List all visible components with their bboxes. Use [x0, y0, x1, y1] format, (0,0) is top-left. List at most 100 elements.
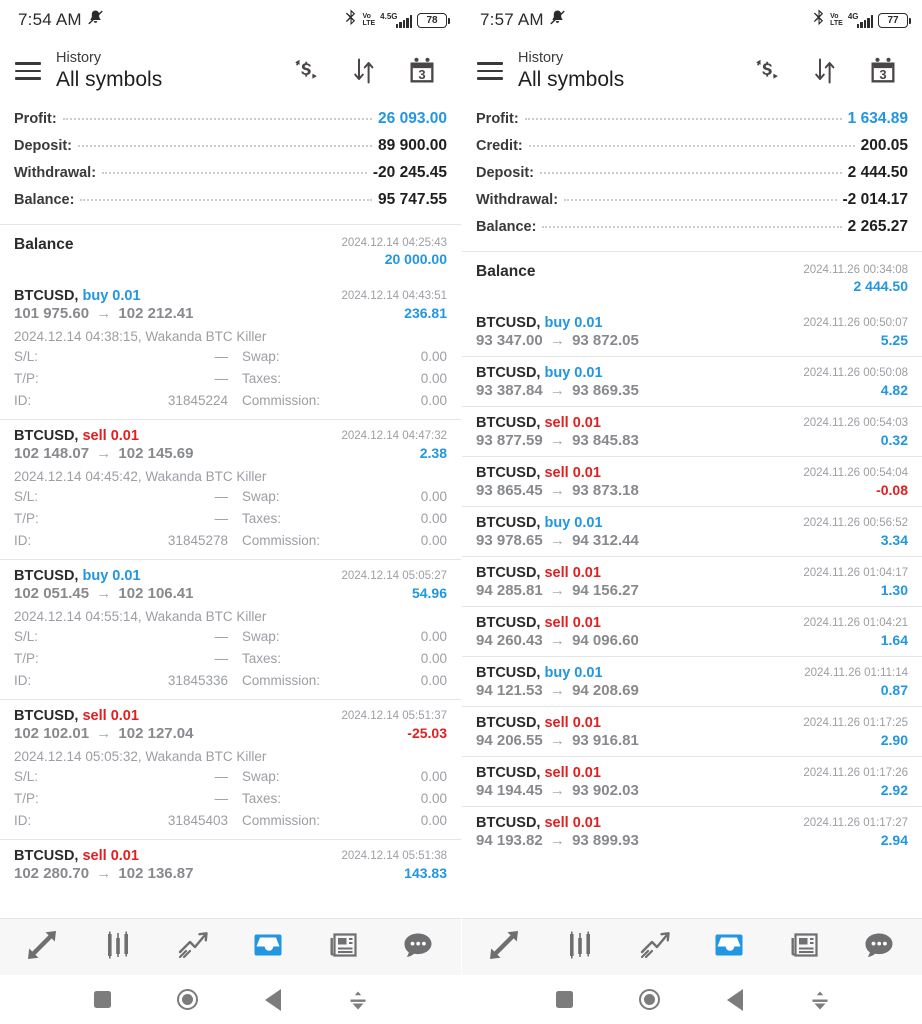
- deal-row[interactable]: BTCUSD, sell 0.01 2024.11.26 00:54:04 93 8…: [462, 456, 922, 506]
- deal-close-price: 93 916.81: [572, 732, 639, 749]
- deal-volume: 0.01: [572, 615, 601, 631]
- tab-history-inbox[interactable]: [244, 926, 292, 968]
- calendar-icon[interactable]: 3: [407, 56, 437, 86]
- summary-label: Profit:: [14, 111, 57, 127]
- back-triangle-icon[interactable]: [253, 980, 293, 1020]
- deal-profit: 0.87: [880, 682, 908, 698]
- tab-quotes-arrows[interactable]: [19, 926, 67, 968]
- app-header: History All symbols 3: [0, 40, 461, 102]
- deal-row[interactable]: BTCUSD, sell 0.01 2024.12.14 04:47:32 102 …: [0, 419, 461, 559]
- deal-row[interactable]: BTCUSD, sell 0.01 2024.11.26 01:17:25 94 2…: [462, 706, 922, 756]
- deal-time: 2024.11.26 00:56:52: [803, 517, 908, 529]
- tab-news-paper[interactable]: [780, 926, 828, 968]
- deal-row[interactable]: BTCUSD, sell 0.01 2024.11.26 01:04:17 94 2…: [462, 556, 922, 606]
- deal-time: 2024.11.26 00:54:03: [803, 417, 908, 429]
- deal-volume: 0.01: [572, 415, 601, 431]
- deal-prices: 101 975.60 → 102 212.41: [14, 305, 194, 322]
- deal-subrow: 94 260.43 → 94 096.60 1.64: [476, 632, 908, 649]
- deal-row[interactable]: BTCUSD, sell 0.01 2024.11.26 00:54:03 93 8…: [462, 406, 922, 456]
- back-triangle-shape: [726, 988, 743, 1011]
- home-circle-icon[interactable]: [630, 980, 670, 1020]
- tab-quotes-arrows[interactable]: [481, 926, 529, 968]
- header-actions: 3: [752, 56, 910, 86]
- hamburger-menu-icon[interactable]: [10, 62, 52, 80]
- volte-line-1: Vo: [830, 13, 839, 20]
- deals-list[interactable]: BTCUSD, buy 0.01 2024.12.14 04:43:51 101 9…: [0, 280, 461, 918]
- arrow-right-icon: →: [545, 382, 570, 399]
- deal-sl-label: S/L:: [14, 629, 39, 644]
- deal-subrow: 93 978.65 → 94 312.44 3.34: [476, 532, 908, 549]
- deal-row[interactable]: BTCUSD, sell 0.01 2024.11.26 01:17:27 94 1…: [462, 806, 922, 856]
- deal-symbol: BTCUSD,: [14, 428, 83, 444]
- deal-volume: 0.01: [572, 765, 601, 781]
- tab-trade-trend[interactable]: [631, 926, 679, 968]
- tab-chat-bubble[interactable]: [394, 926, 442, 968]
- recents-square-icon[interactable]: [83, 980, 123, 1020]
- arrow-right-icon: →: [545, 582, 570, 599]
- summary-label: Credit:: [476, 138, 523, 154]
- header-subtitle: History: [56, 50, 102, 66]
- deal-row[interactable]: BTCUSD, sell 0.01 2024.11.26 01:04:21 94 2…: [462, 606, 922, 656]
- tab-trade-trend[interactable]: [169, 926, 217, 968]
- summary-row: Profit: 26 093.00: [14, 110, 447, 137]
- hide-keyboard-icon[interactable]: [800, 980, 840, 1020]
- summary-label: Profit:: [476, 111, 519, 127]
- deal-sl-value: —: [214, 629, 229, 644]
- summary-row: Deposit: 89 900.00: [14, 137, 447, 164]
- back-triangle-icon[interactable]: [715, 980, 755, 1020]
- deal-tp-label: T/P:: [14, 371, 39, 386]
- tab-chat-bubble[interactable]: [855, 926, 903, 968]
- deal-symbol: BTCUSD,: [476, 715, 545, 731]
- deal-header: BTCUSD, buy 0.01 2024.12.14 04:43:51: [14, 288, 447, 304]
- tab-candlestick-charts[interactable]: [556, 926, 604, 968]
- deal-id-label: ID:: [14, 393, 32, 408]
- deal-symbol: BTCUSD,: [14, 708, 83, 724]
- summary-label: Deposit:: [14, 138, 72, 154]
- deal-row[interactable]: BTCUSD, buy 0.01 2024.11.26 00:50:07 93 34…: [462, 307, 922, 356]
- deal-close-price: 102 127.04: [118, 725, 194, 742]
- deal-row[interactable]: BTCUSD, sell 0.01 2024.11.26 01:17:26 94 1…: [462, 756, 922, 806]
- currency-exchange-icon[interactable]: [291, 56, 321, 86]
- deal-close-price: 93 873.18: [572, 482, 639, 499]
- deal-row[interactable]: BTCUSD, sell 0.01 2024.12.14 05:51:37 102 …: [0, 699, 461, 839]
- deal-sl-value: —: [214, 489, 229, 504]
- hamburger-menu-icon[interactable]: [472, 62, 514, 80]
- sort-arrows-icon[interactable]: [810, 56, 840, 86]
- deal-time: 2024.12.14 04:43:51: [341, 290, 447, 302]
- deal-row[interactable]: BTCUSD, buy 0.01 2024.11.26 00:50:08 93 38…: [462, 356, 922, 406]
- deal-symbol-side: BTCUSD, buy 0.01: [476, 515, 603, 531]
- deal-id-label: ID:: [14, 673, 32, 688]
- deal-symbol-side: BTCUSD, buy 0.01: [476, 665, 603, 681]
- tab-news-paper[interactable]: [319, 926, 367, 968]
- hide-keyboard-icon[interactable]: [338, 980, 378, 1020]
- deal-side: buy: [544, 315, 575, 331]
- balance-record-row[interactable]: Balance 2024.11.26 00:34:08 2 444.50: [462, 252, 922, 307]
- deal-row[interactable]: BTCUSD, buy 0.01 2024.12.14 04:43:51 101 9…: [0, 280, 461, 419]
- tab-history-inbox[interactable]: [705, 926, 753, 968]
- summary-value: 2 265.27: [847, 218, 908, 235]
- deal-symbol-side: BTCUSD, sell 0.01: [476, 815, 601, 831]
- deal-time: 2024.11.26 01:17:25: [803, 717, 908, 729]
- deal-close-price: 93 902.03: [572, 782, 639, 799]
- news-paper-icon: [789, 932, 819, 963]
- deal-row[interactable]: BTCUSD, buy 0.01 2024.12.14 05:05:27 102 0…: [0, 559, 461, 699]
- deal-side: sell: [544, 815, 573, 831]
- deal-row[interactable]: BTCUSD, sell 0.01 2024.12.14 05:51:38 102 …: [0, 839, 461, 889]
- deal-row[interactable]: BTCUSD, buy 0.01 2024.11.26 01:11:14 94 12…: [462, 656, 922, 706]
- back-triangle-shape: [265, 988, 282, 1011]
- deal-symbol-side: BTCUSD, sell 0.01: [476, 565, 601, 581]
- calendar-icon[interactable]: 3: [868, 56, 898, 86]
- recents-square-icon[interactable]: [545, 980, 585, 1020]
- deal-subrow: 93 877.59 → 93 845.83 0.32: [476, 432, 908, 449]
- sort-arrows-icon[interactable]: [349, 56, 379, 86]
- balance-record-row[interactable]: Balance 2024.12.14 04:25:43 20 000.00: [0, 225, 461, 280]
- deal-commission-value: 0.00: [420, 393, 447, 408]
- arrow-right-icon: →: [545, 482, 570, 499]
- deal-row[interactable]: BTCUSD, buy 0.01 2024.11.26 00:56:52 93 97…: [462, 506, 922, 556]
- deal-close-price: 102 212.41: [118, 305, 194, 322]
- currency-exchange-icon[interactable]: [752, 56, 782, 86]
- tab-candlestick-charts[interactable]: [94, 926, 142, 968]
- deals-list[interactable]: BTCUSD, buy 0.01 2024.11.26 00:50:07 93 34…: [462, 307, 922, 918]
- home-circle-icon[interactable]: [168, 980, 208, 1020]
- status-right: Vo LTE 4.5G 78: [344, 9, 450, 31]
